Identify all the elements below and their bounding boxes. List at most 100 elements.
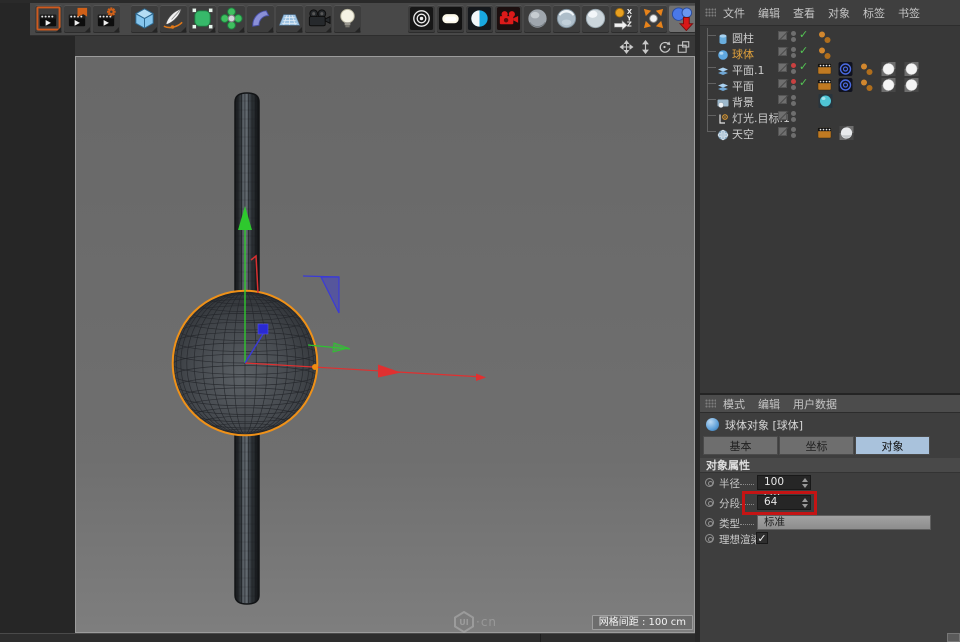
axis-x-handle-dot[interactable] xyxy=(312,364,318,370)
red-camera-icon[interactable] xyxy=(495,5,522,33)
compositing-tag-icon[interactable] xyxy=(817,61,832,75)
editor-visibility-dot[interactable] xyxy=(791,127,796,132)
attribute-manager-menu-1[interactable]: 编辑 xyxy=(758,396,780,412)
object-row[interactable]: 平面.1✓ xyxy=(700,60,960,76)
resize-grip[interactable] xyxy=(947,633,960,642)
target-tag-icon[interactable] xyxy=(838,61,853,75)
add-cube-icon[interactable] xyxy=(131,5,158,33)
layer-square-icon[interactable] xyxy=(778,111,787,120)
spline-arc-icon[interactable] xyxy=(247,5,274,33)
texture-white-tag-icon[interactable] xyxy=(903,61,920,75)
texture-white-tag-icon[interactable] xyxy=(880,61,897,75)
material-glass-icon[interactable] xyxy=(553,5,580,33)
object-manager-menu-5[interactable]: 书签 xyxy=(898,5,920,21)
render-visibility-dot[interactable] xyxy=(791,117,796,122)
object-row[interactable]: 球体✓ xyxy=(700,44,960,60)
tab-坐标[interactable]: 坐标 xyxy=(779,436,854,455)
maximize-view-icon[interactable] xyxy=(676,39,691,53)
phong-tag-icon[interactable] xyxy=(859,61,874,75)
texture-sky-tag-icon[interactable] xyxy=(838,125,855,139)
light-object-icon[interactable] xyxy=(334,5,361,33)
tab-对象[interactable]: 对象 xyxy=(855,436,930,455)
param-radio-icon[interactable] xyxy=(705,478,714,487)
subdivision-surface-icon[interactable] xyxy=(189,5,216,33)
layer-square-icon[interactable] xyxy=(778,79,787,88)
edit-render-settings-icon[interactable] xyxy=(93,5,120,33)
layer-square-icon[interactable] xyxy=(778,63,787,72)
object-name[interactable]: 天空 xyxy=(732,126,754,142)
viewport[interactable]: UI ·cn 网格间距 : 100 cm xyxy=(75,56,695,633)
param-radio-icon[interactable] xyxy=(705,498,714,507)
分段-input[interactable]: 64 xyxy=(757,495,811,510)
phong-tag-icon[interactable] xyxy=(817,29,832,43)
render-visibility-dot[interactable] xyxy=(791,37,796,42)
render-visibility-dot[interactable] xyxy=(791,101,796,106)
object-row[interactable]: 背景 xyxy=(700,92,960,108)
render-visibility-dot[interactable] xyxy=(791,53,796,58)
material-matte-icon[interactable] xyxy=(524,5,551,33)
spheres-arrow-icon[interactable] xyxy=(669,5,696,33)
omni-light-icon[interactable] xyxy=(408,5,435,33)
editor-visibility-dot[interactable] xyxy=(791,79,796,84)
plane-handle-blue[interactable] xyxy=(303,276,339,313)
理想渲染-checkbox[interactable]: ✓ xyxy=(756,532,768,544)
deformer-icon[interactable] xyxy=(218,5,245,33)
editor-visibility-dot[interactable] xyxy=(791,31,796,36)
floor-object-icon[interactable] xyxy=(276,5,303,33)
object-manager-menu-1[interactable]: 编辑 xyxy=(758,5,780,21)
render-visibility-dot[interactable] xyxy=(791,85,796,90)
camera-object-icon[interactable] xyxy=(305,5,332,33)
editor-visibility-dot[interactable] xyxy=(791,111,796,116)
compositing-tag-icon[interactable] xyxy=(817,125,832,139)
enabled-check-icon[interactable]: ✓ xyxy=(799,28,808,41)
layer-square-icon[interactable] xyxy=(778,31,787,40)
render-to-picture-viewer-icon[interactable] xyxy=(64,5,91,33)
move-axis-icon[interactable] xyxy=(640,5,667,33)
panel-grip-icon[interactable] xyxy=(705,8,716,17)
layer-square-icon[interactable] xyxy=(778,47,787,56)
object-row[interactable]: 圆柱✓ xyxy=(700,28,960,44)
render-visibility-dot[interactable] xyxy=(791,133,796,138)
rotate-view-icon[interactable] xyxy=(657,39,672,53)
editor-visibility-dot[interactable] xyxy=(791,47,796,52)
texture-teal-tag-icon[interactable] xyxy=(817,93,834,107)
stepper-arrows-icon[interactable] xyxy=(801,478,808,488)
object-manager-menu-4[interactable]: 标签 xyxy=(863,5,885,21)
axis-x-arrowhead[interactable] xyxy=(378,365,401,378)
enabled-check-icon[interactable]: ✓ xyxy=(799,76,808,89)
param-radio-icon[interactable] xyxy=(705,534,714,543)
类型-dropdown[interactable]: 标准 xyxy=(757,515,931,530)
viewport-scene[interactable] xyxy=(76,57,694,632)
enabled-check-icon[interactable]: ✓ xyxy=(799,60,808,73)
axis-locate-icon[interactable]: XYZ xyxy=(611,5,638,33)
render-visibility-dot[interactable] xyxy=(791,69,796,74)
material-transparent-icon[interactable] xyxy=(582,5,609,33)
stepper-arrows-icon[interactable] xyxy=(801,498,808,508)
object-manager-menu-3[interactable]: 对象 xyxy=(828,5,850,21)
contrast-preview-icon[interactable] xyxy=(466,5,493,33)
layer-square-icon[interactable] xyxy=(778,95,787,104)
editor-visibility-dot[interactable] xyxy=(791,63,796,68)
object-row[interactable]: 灯光.目标.1 xyxy=(700,108,960,124)
render-view-icon[interactable] xyxy=(35,5,62,33)
texture-white-tag-icon[interactable] xyxy=(903,77,920,91)
phong-tag-icon[interactable] xyxy=(817,45,832,59)
object-manager-menu-2[interactable]: 查看 xyxy=(793,5,815,21)
attribute-manager-menu-2[interactable]: 用户数据 xyxy=(793,396,837,412)
enabled-check-icon[interactable]: ✓ xyxy=(799,44,808,57)
半径-input[interactable]: 100 cm xyxy=(757,475,811,490)
compositing-tag-icon[interactable] xyxy=(817,77,832,91)
phong-tag-icon[interactable] xyxy=(859,77,874,91)
draw-spline-icon[interactable] xyxy=(160,5,187,33)
object-row[interactable]: 平面✓ xyxy=(700,76,960,92)
layer-square-icon[interactable] xyxy=(778,127,787,136)
dolly-view-icon[interactable] xyxy=(638,39,653,53)
param-radio-icon[interactable] xyxy=(705,518,714,527)
pan-view-icon[interactable] xyxy=(619,39,634,53)
texture-white-tag-icon[interactable] xyxy=(880,77,897,91)
tab-基本[interactable]: 基本 xyxy=(703,436,778,455)
attribute-manager-menu-0[interactable]: 模式 xyxy=(723,396,745,412)
axis-z-handle[interactable] xyxy=(258,324,268,334)
target-tag-icon[interactable] xyxy=(838,77,853,91)
panel-grip-icon[interactable] xyxy=(705,399,716,408)
